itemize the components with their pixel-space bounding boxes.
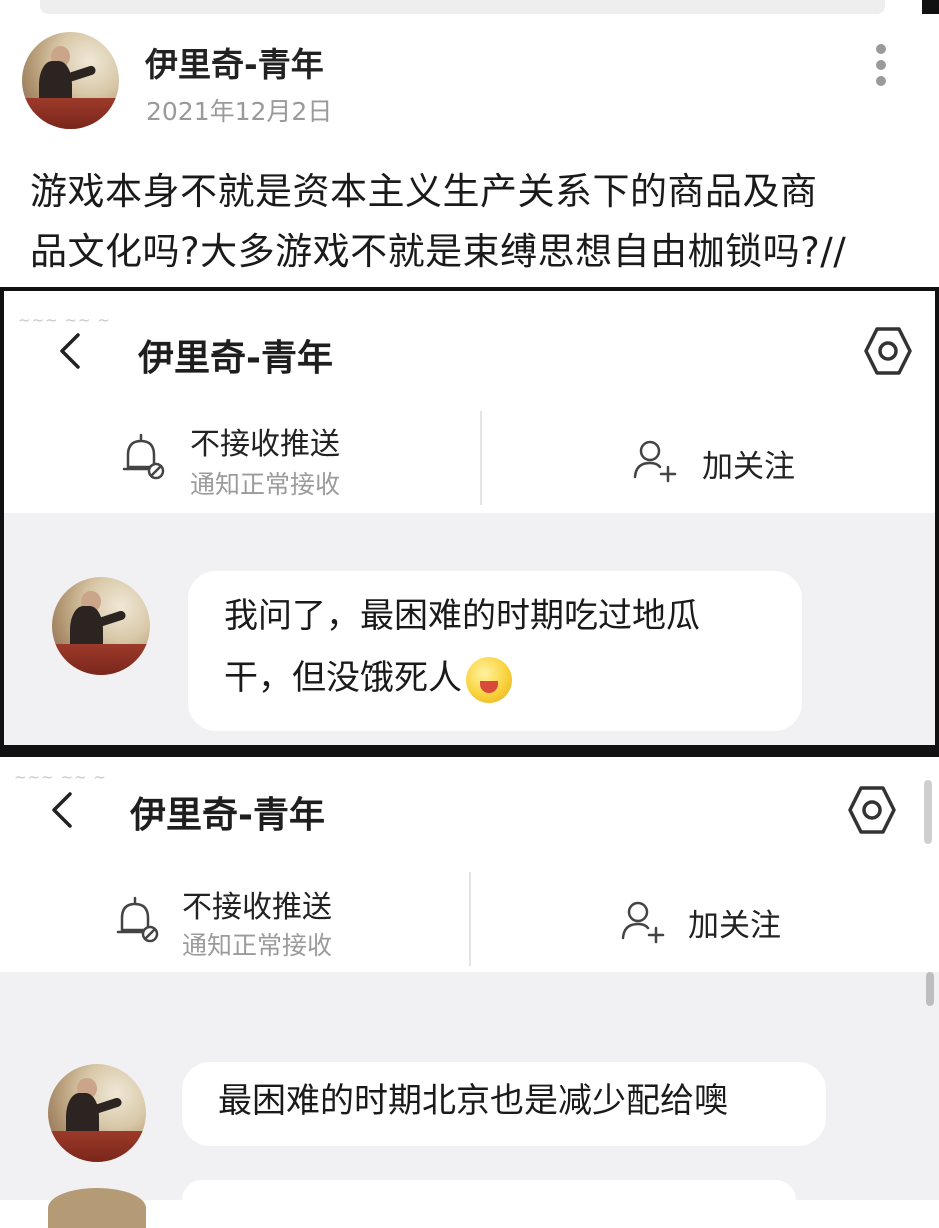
- bell-muted-icon: [110, 894, 166, 950]
- chat-title: 伊里奇-青年: [138, 338, 333, 379]
- top-strip: [40, 0, 885, 14]
- chat-screenshot-1: ~~~ ~~ ~ 伊里奇-青年 不接收推送 通知正常接收 加关注 我问了，最困难…: [0, 287, 939, 749]
- face-emoji-icon: [466, 656, 512, 703]
- message-text: 最困难的时期北京也是减少配给噢: [218, 1081, 728, 1121]
- divider: [480, 411, 482, 505]
- chat-area: 最困难的时期北京也是减少配给噢: [0, 972, 939, 1228]
- post-date: 2021年12月2日: [146, 97, 333, 126]
- watermark: ~~~ ~~ ~: [18, 311, 111, 329]
- chevron-left-icon[interactable]: [54, 331, 84, 371]
- notify-setting-label[interactable]: 不接收推送: [190, 419, 340, 463]
- follow-button[interactable]: 加关注: [702, 441, 795, 486]
- hexagon-settings-icon[interactable]: [846, 784, 898, 836]
- follow-button[interactable]: 加关注: [688, 900, 781, 945]
- scrollbar[interactable]: [924, 780, 932, 844]
- post-author-name[interactable]: 伊里奇-青年: [145, 38, 324, 86]
- vertical-dots-icon[interactable]: [868, 44, 894, 92]
- chat-area: 我问了，最困难的时期吃过地瓜 干，但没饿死人: [4, 513, 935, 745]
- avatar[interactable]: [52, 577, 150, 675]
- avatar[interactable]: [48, 1064, 146, 1162]
- avatar[interactable]: [22, 32, 119, 129]
- post-body-line: 游戏本身不就是资本主义生产关系下的商品及商: [30, 170, 818, 213]
- notify-setting-subtext: 通知正常接收: [182, 931, 333, 960]
- message-bubble: [182, 1180, 796, 1220]
- notify-setting-subtext: 通知正常接收: [190, 470, 341, 499]
- avatar[interactable]: [48, 1188, 146, 1228]
- image-divider: [0, 749, 939, 757]
- message-text-line: 我问了，最困难的时期吃过地瓜: [224, 596, 700, 636]
- message-bubble: 我问了，最困难的时期吃过地瓜 干，但没饿死人: [188, 571, 802, 731]
- post-body: 游戏本身不就是资本主义生产关系下的商品及商 品文化吗?大多游戏不就是束缚思想自由…: [30, 162, 925, 282]
- bell-muted-icon: [116, 431, 172, 487]
- divider: [469, 872, 471, 966]
- message-bubble: 最困难的时期北京也是减少配给噢: [182, 1062, 826, 1146]
- message-text-line: 干，但没饿死人: [224, 658, 462, 698]
- hexagon-settings-icon[interactable]: [862, 325, 914, 377]
- post-body-line: 品文化吗?大多游戏不就是束缚思想自由枷锁吗?//: [30, 230, 847, 273]
- top-corner-mark: [922, 0, 939, 14]
- scrollbar[interactable]: [926, 972, 934, 1006]
- person-add-icon[interactable]: [632, 437, 680, 487]
- watermark: ~~~ ~~ ~: [14, 768, 107, 786]
- chat-title: 伊里奇-青年: [130, 795, 325, 836]
- notify-setting-label[interactable]: 不接收推送: [182, 882, 332, 926]
- person-add-icon[interactable]: [620, 898, 668, 948]
- chevron-left-icon[interactable]: [46, 790, 76, 830]
